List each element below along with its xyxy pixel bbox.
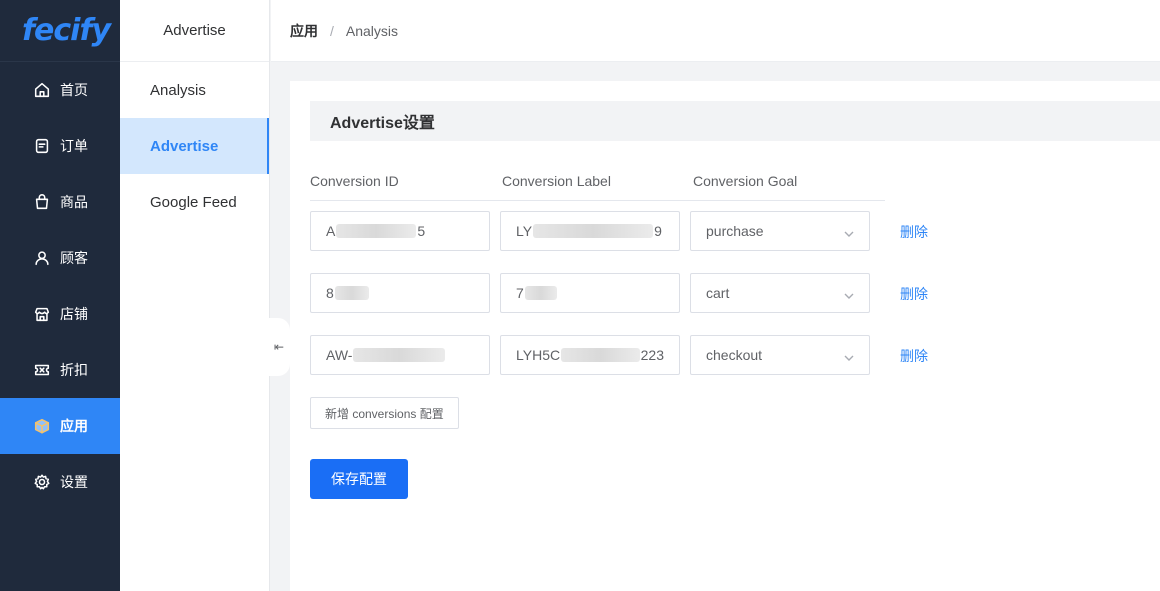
- redacted-mask: [353, 348, 446, 362]
- redacted-mask: [524, 286, 557, 300]
- breadcrumb: 应用 / Analysis: [271, 0, 1160, 62]
- logo-text: fecify: [22, 13, 111, 48]
- nav-item-home[interactable]: 首页: [0, 62, 120, 118]
- conversion-goal-select[interactable]: checkout: [690, 335, 870, 375]
- ticket-icon: [32, 360, 52, 380]
- nav-item-orders[interactable]: 订单: [0, 118, 120, 174]
- store-icon: [32, 304, 52, 324]
- conversion-label-input[interactable]: LY 9: [500, 211, 680, 251]
- nav-item-label: 设置: [60, 474, 88, 490]
- main-card: Advertise设置 Conversion ID Conversion Lab…: [290, 81, 1160, 591]
- table-row: AW- LYH5C 223 checkout 删除: [310, 335, 950, 375]
- main-sidebar: fecify 首页 订单 商品 顾客 店铺 折扣 应用 设置: [0, 0, 120, 591]
- delete-row-link[interactable]: 删除: [900, 222, 928, 242]
- table-row: 8 7 cart 删除: [310, 273, 950, 313]
- column-header-conversion-goal: Conversion Goal: [693, 173, 798, 189]
- chevron-down-icon: [844, 350, 854, 361]
- nav-item-customers[interactable]: 顾客: [0, 230, 120, 286]
- conversion-label-input[interactable]: LYH5C 223: [500, 335, 680, 375]
- sub-sidebar: Advertise Analysis Advertise Google Feed: [120, 0, 270, 591]
- nav-item-discount[interactable]: 折扣: [0, 342, 120, 398]
- delete-row-link[interactable]: 删除: [900, 284, 928, 304]
- table-row: A 5 LY 9 purchase 删除: [310, 211, 950, 251]
- subnav-title: Advertise: [120, 0, 269, 62]
- table-header: Conversion ID Conversion Label Conversio…: [310, 167, 885, 201]
- chevron-down-icon: [844, 226, 854, 237]
- nav-item-label: 首页: [60, 82, 88, 98]
- gear-icon: [32, 472, 52, 492]
- conversion-goal-select[interactable]: cart: [690, 273, 870, 313]
- order-icon: [32, 136, 52, 156]
- home-icon: [32, 80, 52, 100]
- subnav-item-advertise[interactable]: Advertise: [120, 118, 269, 174]
- conversion-label-input[interactable]: 7: [500, 273, 680, 313]
- nav-item-apps[interactable]: 应用: [0, 398, 120, 454]
- nav-item-products[interactable]: 商品: [0, 174, 120, 230]
- conversion-id-input[interactable]: A 5: [310, 211, 490, 251]
- nav-item-settings[interactable]: 设置: [0, 454, 120, 510]
- conversion-id-input[interactable]: AW-: [310, 335, 490, 375]
- conversion-id-input[interactable]: 8: [310, 273, 490, 313]
- conversion-goal-select[interactable]: purchase: [690, 211, 870, 251]
- save-config-button[interactable]: 保存配置: [310, 459, 408, 499]
- nav-item-label: 折扣: [60, 362, 88, 378]
- chevron-down-icon: [844, 288, 854, 299]
- nav-item-label: 应用: [60, 418, 88, 434]
- select-value: checkout: [706, 347, 763, 363]
- nav-item-label: 店铺: [60, 306, 88, 322]
- logo[interactable]: fecify: [0, 0, 120, 62]
- redacted-mask: [336, 224, 417, 238]
- redacted-mask: [334, 286, 369, 300]
- breadcrumb-separator: /: [330, 22, 334, 39]
- add-conversion-button[interactable]: 新增 conversions 配置: [310, 397, 459, 429]
- subnav-item-google-feed[interactable]: Google Feed: [120, 174, 269, 230]
- nav-item-label: 顾客: [60, 250, 88, 266]
- breadcrumb-parent[interactable]: 应用: [290, 21, 318, 41]
- breadcrumb-current: Analysis: [345, 22, 399, 39]
- redacted-mask: [533, 224, 654, 238]
- nav-item-label: 商品: [60, 194, 88, 210]
- box-icon: [32, 416, 52, 436]
- nav-item-store[interactable]: 店铺: [0, 286, 120, 342]
- nav-item-label: 订单: [60, 138, 88, 154]
- bag-icon: [32, 192, 52, 212]
- delete-row-link[interactable]: 删除: [900, 346, 928, 366]
- subnav-item-analysis[interactable]: Analysis: [120, 62, 269, 118]
- column-header-conversion-id: Conversion ID: [310, 173, 399, 189]
- select-value: purchase: [706, 223, 764, 239]
- select-value: cart: [706, 285, 730, 301]
- redacted-mask: [561, 348, 640, 362]
- user-icon: [32, 248, 52, 268]
- collapse-sidebar-icon[interactable]: ⇤: [268, 318, 290, 376]
- column-header-conversion-label: Conversion Label: [502, 173, 611, 189]
- section-title: Advertise设置: [310, 101, 1160, 141]
